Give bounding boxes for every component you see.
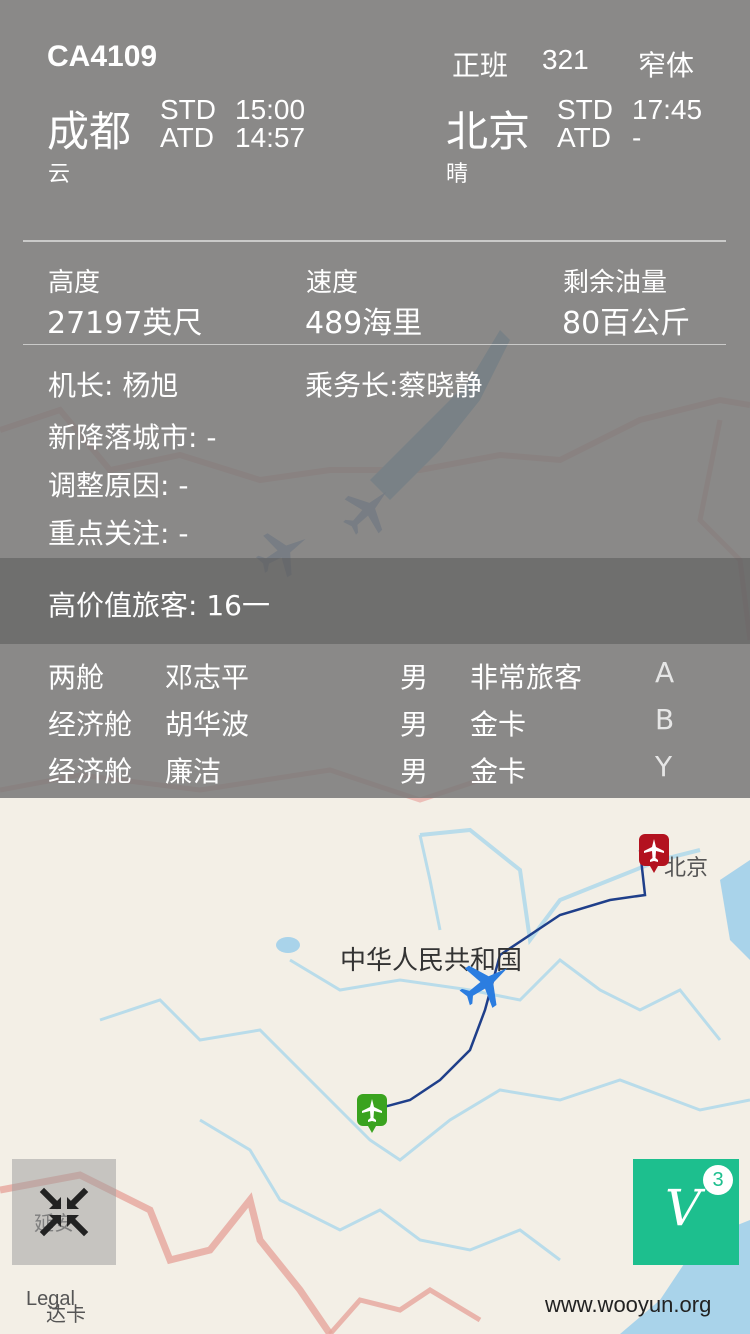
passenger-name: 廉洁 (165, 755, 222, 788)
v-label: V (665, 1179, 702, 1237)
passenger-name: 邓志平 (165, 661, 250, 694)
beijing-label: 北京 (664, 856, 709, 881)
collapse-panel-button[interactable] (12, 1159, 116, 1265)
body-type: 窄体 (638, 49, 695, 82)
destination-atd-label: ATD (557, 122, 611, 153)
passenger-class: A (655, 656, 675, 689)
adjust-reason: 调整原因: - (48, 469, 189, 502)
speed-value: 489海里 (305, 306, 423, 341)
passenger-cabin: 经济舱 (48, 708, 133, 741)
passenger-name: 胡华波 (165, 708, 250, 741)
passenger-cabin: 经济舱 (48, 755, 133, 788)
v-button[interactable]: V 3 (633, 1159, 739, 1265)
current-plane-icon[interactable] (458, 955, 514, 1011)
fuel-label: 剩余油量 (563, 268, 668, 298)
captain: 机长: 杨旭 (48, 369, 179, 402)
origin-city: 成都 (47, 107, 132, 156)
purser: 乘务长:蔡晓静 (305, 369, 483, 402)
new-landing-city: 新降落城市: - (48, 421, 217, 454)
destination-std-label: STD (557, 94, 613, 125)
fuel-value: 80百公斤 (562, 306, 691, 341)
compress-arrows-icon (39, 1187, 89, 1237)
flight-status: 正班 (452, 49, 509, 82)
passenger-gender: 男 (400, 755, 429, 788)
origin-airport-pin[interactable] (356, 1093, 388, 1135)
speed-label: 速度 (306, 268, 359, 298)
passenger-tier: 金卡 (470, 708, 527, 741)
divider (23, 240, 726, 242)
passenger-gender: 男 (400, 661, 429, 694)
divider (23, 344, 726, 345)
vip-title[interactable]: 高价值旅客: 16一 (48, 584, 270, 624)
aircraft-type: 321 (542, 44, 589, 75)
altitude-value: 27197英尺 (47, 306, 203, 341)
passenger-tier: 非常旅客 (470, 661, 583, 694)
passenger-cabin: 两舱 (48, 661, 105, 694)
passenger-class: Y (655, 750, 673, 783)
passenger-tier: 金卡 (470, 755, 527, 788)
notification-badge: 3 (703, 1165, 733, 1195)
origin-weather: 云 (48, 162, 71, 187)
destination-city: 北京 (446, 107, 531, 156)
flight-number: CA4109 (47, 40, 158, 73)
watermark: www.wooyun.org (545, 1292, 712, 1317)
origin-std: 15:00 (235, 94, 306, 125)
legal-link[interactable]: Legal (26, 1288, 75, 1311)
altitude-label: 高度 (48, 268, 101, 298)
origin-std-label: STD (160, 94, 216, 125)
destination-airport-pin[interactable] (638, 833, 670, 875)
destination-std: 17:45 (632, 94, 703, 125)
origin-atd-label: ATD (160, 122, 214, 153)
passenger-class: B (655, 703, 675, 736)
destination-atd: - (632, 122, 642, 153)
destination-weather: 晴 (446, 162, 469, 187)
key-focus: 重点关注: - (48, 517, 189, 550)
passenger-gender: 男 (400, 708, 429, 741)
origin-atd: 14:57 (235, 122, 306, 153)
